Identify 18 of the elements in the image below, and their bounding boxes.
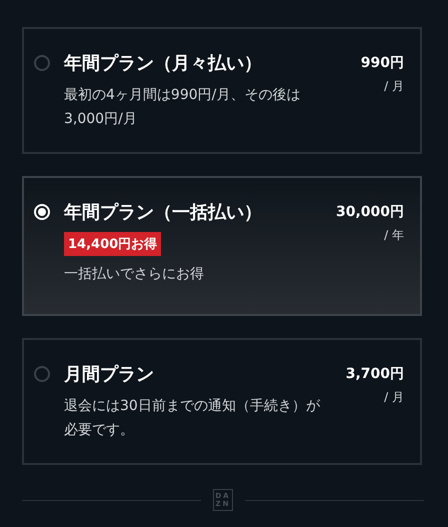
plan-title: 年間プラン（月々払い） (64, 52, 262, 76)
radio-button[interactable] (34, 55, 50, 71)
plan-price: 3,700円 (346, 365, 404, 383)
plan-card[interactable]: 月間プラン 退会には30日前までの通知（手続き）が必要です。 3,700円 / 月 (22, 338, 422, 465)
price-period: / 年 (384, 227, 404, 244)
plan-description: 一括払いでさらにお得 (64, 265, 204, 284)
plan-title: 年間プラン（一括払い） (64, 201, 262, 225)
plan-card[interactable]: 年間プラン（月々払い） 最初の4ヶ月間は990円/月、その後は3,000円/月 990円 / 月 (22, 27, 422, 154)
plan-description: 最初の4ヶ月間は990円/月、その後は3,000円/月 (64, 86, 302, 129)
plan-card[interactable]: 年間プラン（一括払い） 14,400円お得 一括払いでさらにお得 30,000円 / 年 (22, 176, 422, 316)
plan-title: 月間プラン (64, 363, 154, 387)
plan-price: 30,000円 (336, 203, 404, 221)
plan-description: 退会には30日前までの通知（手続き）が必要です。 (64, 397, 321, 440)
plan-price: 990円 (360, 54, 404, 72)
savings-badge: 14,400円お得 (64, 232, 162, 256)
price-period: / 月 (384, 389, 404, 406)
price-period: / 月 (384, 78, 404, 95)
radio-button[interactable] (34, 366, 50, 382)
